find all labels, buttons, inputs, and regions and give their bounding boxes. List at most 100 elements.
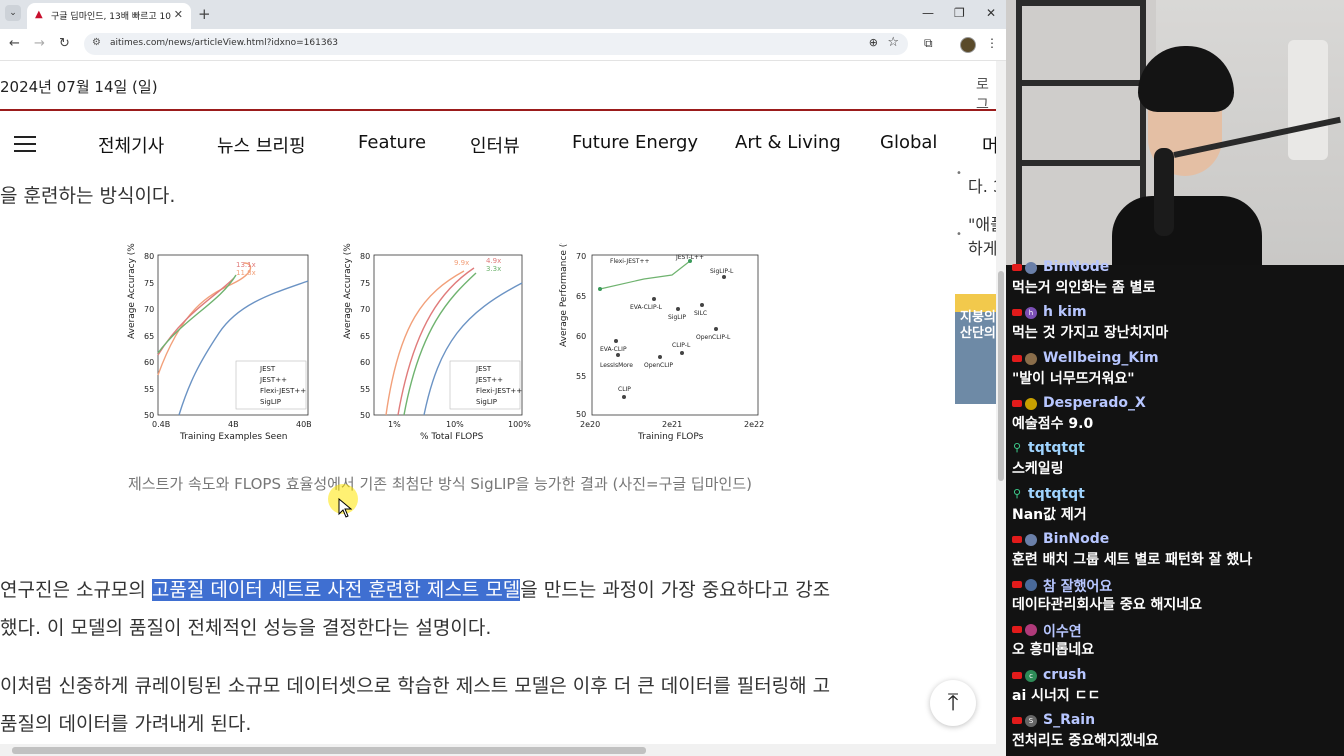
chat-avatar: h [1025,307,1037,320]
chat-text: 데이타관리회사들 중요 해지네요 [1012,597,1203,614]
menu-item-future-energy[interactable]: Future Energy [572,132,698,153]
tab-close-icon[interactable]: ✕ [174,8,183,21]
svg-text:JEST: JEST [259,365,276,373]
chat-message: h h kim 먹는 것 가지고 장난치지마 [1006,303,1344,348]
chat-text: 예술점수 9.0 [1012,415,1094,432]
menu-item-global[interactable]: Global [880,132,937,153]
svg-text:70: 70 [144,305,154,314]
menu-item-more[interactable]: 머 [982,132,996,158]
zoom-icon[interactable]: ⊕ [869,36,878,49]
menu-item-feature[interactable]: Feature [358,132,426,153]
chat-username: crush [1043,666,1087,683]
article-paragraph: 을 훈련하는 방식이다. [0,185,176,207]
svg-text:50: 50 [360,411,370,420]
svg-text:60: 60 [360,358,370,367]
member-badge-icon: ⚲ [1013,486,1022,500]
svg-text:55: 55 [576,372,586,381]
svg-text:EVA-CLIP: EVA-CLIP [600,346,627,353]
article-paragraph: 연구진은 소규모의 고품질 데이터 세트로 사전 훈련한 제스트 모델을 만드는… [0,575,830,602]
youtube-icon [1012,671,1022,679]
profile-avatar[interactable] [960,37,976,53]
url-text[interactable]: aitimes.com/news/articleView.html?idxno=… [110,38,338,48]
selected-text[interactable]: 고품질 데이터 세트로 사전 훈련한 제스트 모델 [151,579,521,601]
chat-message: ⚲ tqtqtqt Nan값 제거 [1006,485,1344,530]
chat-avatar: c [1025,669,1037,682]
svg-text:JEST++: JEST++ [475,376,503,384]
vertical-scrollbar[interactable] [996,61,1006,744]
chat-username: BinNode [1043,259,1110,275]
mouse-cursor-icon [328,484,358,518]
scrollbar-thumb[interactable] [998,271,1004,481]
sidebar-news-item[interactable]: 다. 3 [968,173,996,197]
youtube-icon [1012,309,1022,317]
site-info-icon[interactable]: ⚙ [92,37,101,48]
svg-text:CLIP-L: CLIP-L [672,342,691,349]
svg-text:SILC: SILC [694,310,707,317]
microphone-icon [1154,148,1174,236]
tab-article[interactable]: ▲ 구글 딥마인드, 13배 빠르고 10 ✕ [27,3,191,29]
chat-text: 오 흥미롭네요 [1012,642,1095,659]
panel2-ylabel: Average Accuracy (%) [343,243,353,339]
navigation-bar: ← → ↻ ⚙ aitimes.com/news/articleView.htm… [0,29,1006,61]
svg-text:55: 55 [360,385,370,394]
chat-username: S_Rain [1043,712,1096,728]
menu-item-interview[interactable]: 인터뷰 [470,132,520,158]
reload-icon[interactable]: ↻ [59,36,70,51]
panel3-ylabel: Average Performance (%) [559,243,569,347]
svg-text:50: 50 [144,411,154,420]
forward-icon[interactable]: → [34,36,45,51]
chat-avatar [1025,533,1037,546]
back-icon[interactable]: ← [9,36,20,51]
menu-item-all-articles[interactable]: 전체기사 [98,132,164,158]
hamburger-menu-icon[interactable] [14,136,36,152]
chat-message: S S_Rain 전처리도 중요해지겠네요 [1006,711,1344,756]
minimize-icon[interactable]: — [922,6,934,20]
extensions-icon[interactable]: ⧉ [924,36,933,51]
sidebar-news-item[interactable]: "애플 [968,211,996,235]
header-date: 2024년 07월 14일 (일) [0,78,158,96]
svg-text:OpenCLIP: OpenCLIP [644,362,673,369]
live-chat: BinNode 먹는거 의인화는 좀 별로 h h kim 먹는 것 가지고 장난치지마… [1006,258,1344,756]
svg-text:65: 65 [576,292,586,301]
login-link[interactable]: 로그 [976,74,996,114]
svg-text:75: 75 [144,279,154,288]
chat-avatar [1025,352,1037,365]
svg-text:80: 80 [360,252,370,261]
svg-text:JEST: JEST [475,365,492,373]
svg-text:2e22: 2e22 [744,420,764,429]
stream-overlay: BinNode 먹는거 의인화는 좀 별로 h h kim 먹는 것 가지고 장난치지마… [1006,0,1344,756]
youtube-icon [1012,581,1022,589]
svg-text:13.1x: 13.1x [236,261,256,269]
chat-message: c crush ai 시너지 ㄷㄷ [1006,666,1344,711]
svg-text:Flexi-JEST++: Flexi-JEST++ [610,258,650,265]
menu-item-news-briefing[interactable]: 뉴스 브리핑 [217,132,306,158]
tab-search-icon[interactable]: ⌄ [5,5,21,21]
svg-text:10%: 10% [446,420,464,429]
svg-text:50: 50 [576,410,586,419]
sidebar-ad-banner[interactable]: 지붕의 산단의 [955,294,996,404]
maximize-icon[interactable]: ❐ [954,6,965,20]
address-bar[interactable]: ⚙ aitimes.com/news/articleView.html?idxn… [84,33,908,55]
svg-text:40B: 40B [296,420,312,429]
sidebar-news-item[interactable]: 하게 [968,235,996,259]
svg-text:70: 70 [576,252,586,261]
svg-text:3.3x: 3.3x [486,265,501,273]
scroll-to-top-button[interactable]: ⤒ [930,680,976,726]
chat-avatar: S [1025,715,1037,727]
chat-message: BinNode 훈련 배치 그룹 세트 별로 패턴화 잘 했나 [1006,530,1344,575]
article-paragraph: 이처럼 신중하게 큐레이팅된 소규모 데이터셋으로 학습한 제스트 모델은 이후… [0,675,831,697]
svg-text:SigLIP-L: SigLIP-L [710,268,734,275]
article-page: 2024년 07월 14일 (일) 로그 전체기사 뉴스 브리핑 Feature… [0,61,996,744]
svg-text:SigLIP: SigLIP [260,398,281,406]
horizontal-scrollbar[interactable] [0,744,1006,756]
browser-menu-icon[interactable]: ⋮ [986,36,998,50]
new-tab-button[interactable]: + [198,5,211,23]
chat-text: 먹는 것 가지고 장난치지마 [1012,325,1169,342]
window-close-icon[interactable]: ✕ [986,6,996,20]
bookmark-star-icon[interactable]: ☆ [887,35,899,50]
scrollbar-thumb[interactable] [12,747,646,754]
svg-text:4B: 4B [228,420,239,429]
chat-username: Wellbeing_Kim [1043,349,1159,366]
background-lamp [1288,40,1328,160]
menu-item-art-living[interactable]: Art & Living [735,132,841,153]
